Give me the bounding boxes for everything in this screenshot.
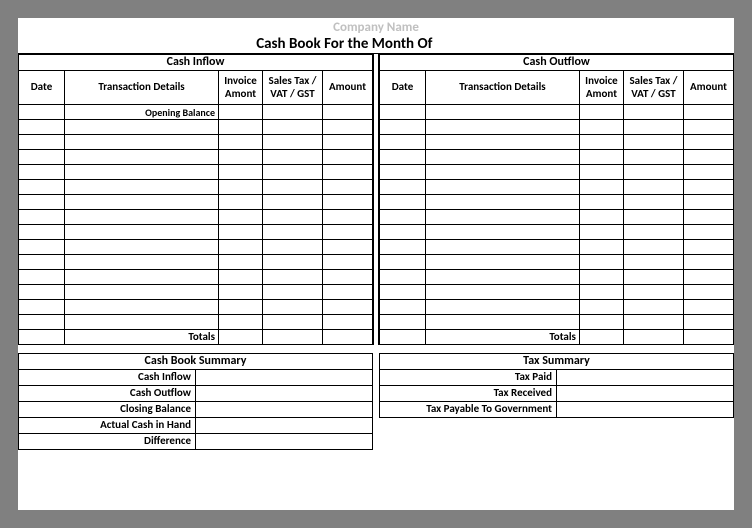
cash-outflow-table: Cash Outflow Date Transaction Details In… (379, 54, 734, 345)
summary-row: Cash Outflow (19, 386, 373, 402)
tax-summary-table: Tax Summary Tax Paid Tax Received Tax Pa… (379, 353, 734, 418)
cashbook-summary-heading: Cash Book Summary (19, 354, 373, 370)
table-row (380, 165, 734, 180)
table-row (19, 135, 373, 150)
opening-balance-row: Opening Balance (19, 105, 373, 120)
company-name: Company Name (18, 18, 734, 35)
table-row (19, 210, 373, 225)
inflow-col-date: Date (19, 71, 65, 105)
table-row (380, 210, 734, 225)
outflow-col-date: Date (380, 71, 426, 105)
summary-row: Tax Payable To Government (380, 402, 734, 418)
table-row (380, 300, 734, 315)
summary-row: Tax Received (380, 386, 734, 402)
summaries-section: Cash Book Summary Cash Inflow Cash Outfl… (18, 353, 734, 450)
table-row (380, 135, 734, 150)
summary-row: Difference (19, 434, 373, 450)
summary-row: Cash Inflow (19, 370, 373, 386)
inflow-col-details: Transaction Details (65, 71, 219, 105)
tax-summary: Tax Summary Tax Paid Tax Received Tax Pa… (379, 353, 734, 450)
table-row (380, 270, 734, 285)
table-row (19, 270, 373, 285)
inflow-col-tax: Sales Tax / VAT / GST (263, 71, 323, 105)
inflow-col-amount: Amount (323, 71, 373, 105)
outflow-totals-row: Totals (380, 330, 734, 345)
cash-book-page: Company Name Cash Book For the Month Of … (18, 18, 734, 510)
inflow-col-invoice: Invoice Amont (219, 71, 263, 105)
table-row (19, 225, 373, 240)
page-title: Cash Book For the Month Of (18, 35, 734, 54)
table-row (19, 315, 373, 330)
outflow-col-invoice: Invoice Amont (579, 71, 623, 105)
summary-row: Closing Balance (19, 402, 373, 418)
cash-inflow-table: Cash Inflow Date Transaction Details Inv… (18, 54, 373, 345)
table-row (19, 285, 373, 300)
title-prefix: Cash Book For the Month Of (256, 35, 432, 53)
table-row (380, 105, 734, 120)
inflow-totals-row: Totals (19, 330, 373, 345)
outflow-totals-label: Totals (426, 330, 580, 345)
outflow-heading: Cash Outflow (380, 55, 734, 71)
table-row (380, 150, 734, 165)
table-row (19, 165, 373, 180)
cash-outflow-section: Cash Outflow Date Transaction Details In… (379, 54, 734, 345)
opening-balance-label: Opening Balance (65, 105, 219, 120)
table-row (19, 255, 373, 270)
cash-inflow-section: Cash Inflow Date Transaction Details Inv… (18, 54, 373, 345)
table-row (19, 150, 373, 165)
table-row (380, 225, 734, 240)
table-row (380, 180, 734, 195)
table-row (380, 255, 734, 270)
inflow-heading: Cash Inflow (19, 55, 373, 71)
table-row (19, 300, 373, 315)
table-row (380, 120, 734, 135)
table-row (19, 180, 373, 195)
summary-row: Actual Cash in Hand (19, 418, 373, 434)
tax-summary-heading: Tax Summary (380, 354, 734, 370)
summary-row: Tax Paid (380, 370, 734, 386)
cashbook-summary-table: Cash Book Summary Cash Inflow Cash Outfl… (18, 353, 373, 450)
cashbook-summary: Cash Book Summary Cash Inflow Cash Outfl… (18, 353, 373, 450)
table-row (380, 285, 734, 300)
main-tables: Cash Inflow Date Transaction Details Inv… (18, 54, 734, 345)
outflow-col-amount: Amount (683, 71, 733, 105)
inflow-totals-label: Totals (65, 330, 219, 345)
outflow-col-tax: Sales Tax / VAT / GST (623, 71, 683, 105)
table-row (19, 195, 373, 210)
table-row (380, 195, 734, 210)
table-row (19, 240, 373, 255)
table-row (19, 120, 373, 135)
table-row (380, 315, 734, 330)
table-row (380, 240, 734, 255)
outflow-col-details: Transaction Details (426, 71, 580, 105)
